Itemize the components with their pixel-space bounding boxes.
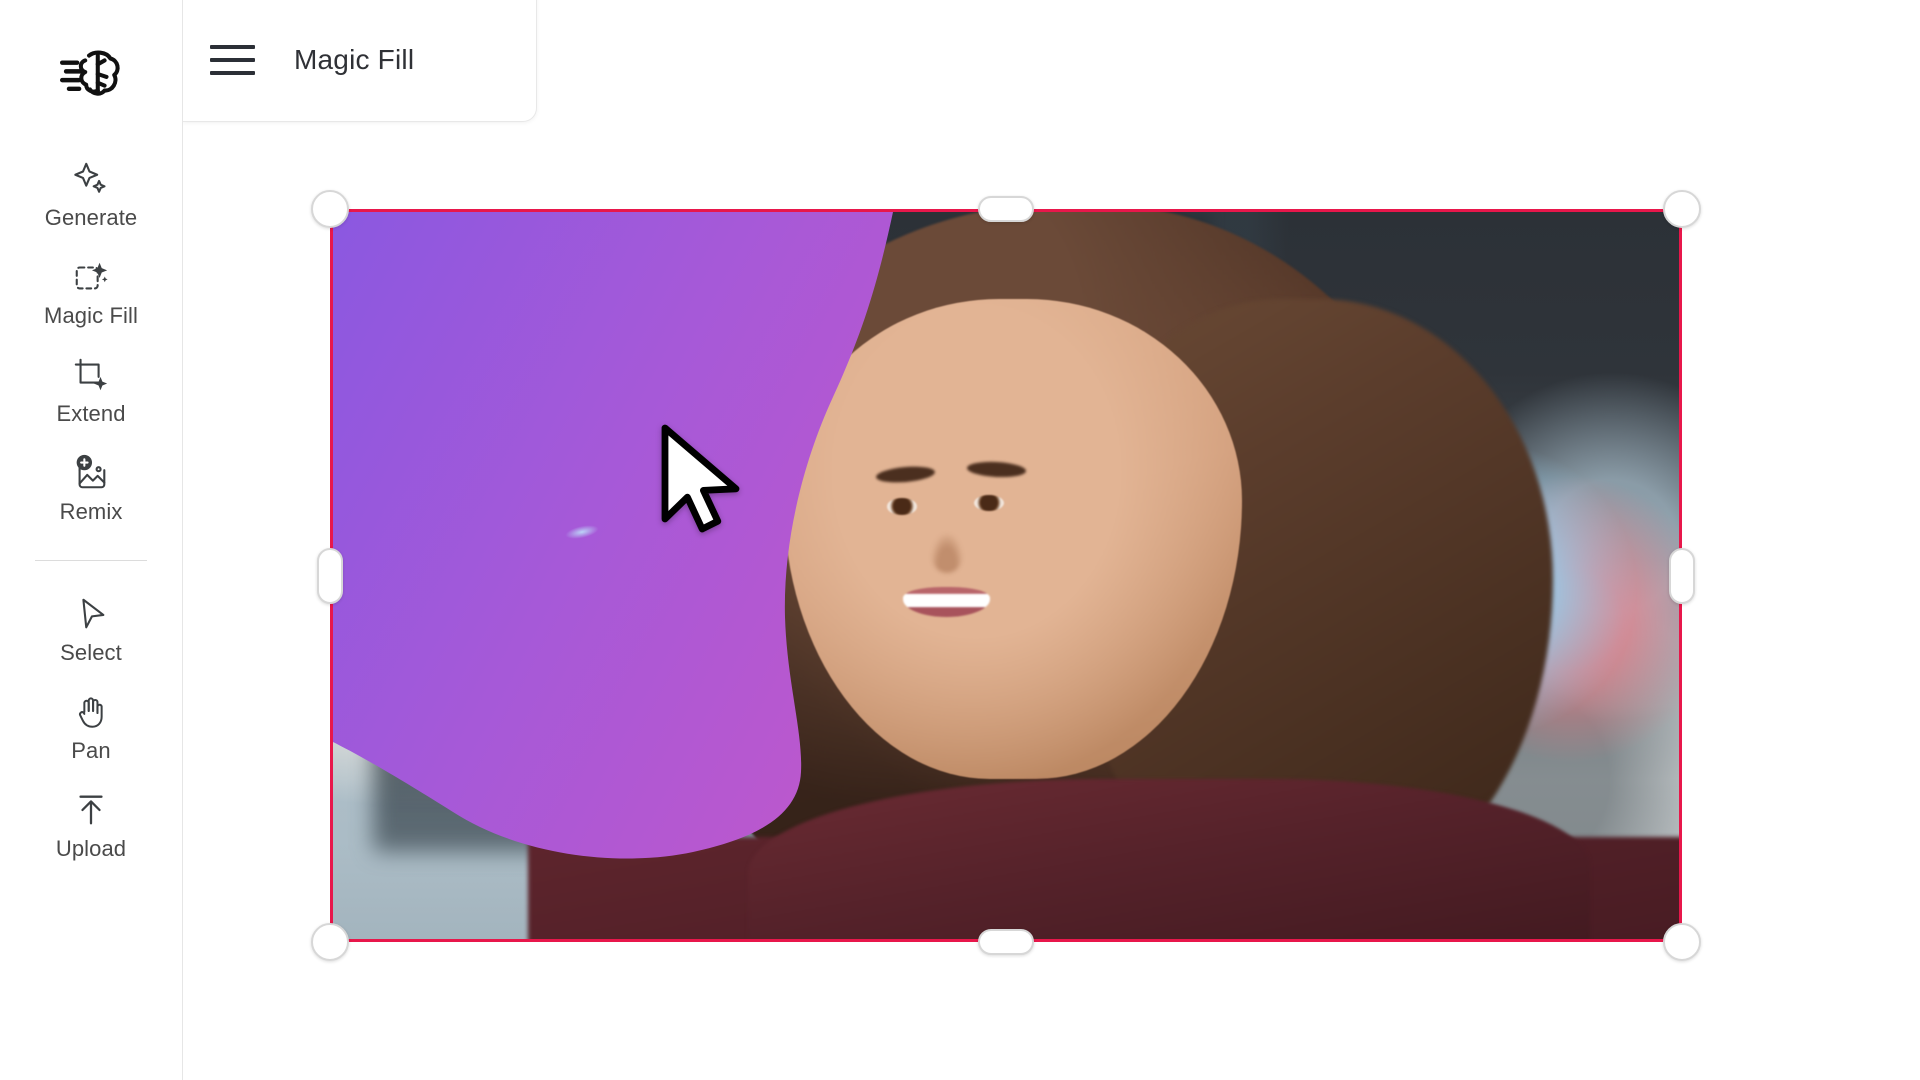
sidebar-item-label: Magic Fill (44, 303, 138, 328)
mask-sparkle-icon (564, 523, 600, 542)
tool-header-panel: Magic Fill (183, 0, 537, 122)
app-root: Generate Magic Fill Extend Remix Select … (0, 0, 1920, 1080)
canvas-area[interactable] (183, 0, 1920, 1080)
resize-handle-middle-right[interactable] (1669, 547, 1695, 604)
sparkles-icon (71, 159, 111, 199)
sidebar-item-remix[interactable]: Remix (0, 440, 182, 538)
resize-handle-middle-left[interactable] (317, 547, 343, 604)
cursor-arrow-icon (71, 594, 111, 634)
hand-icon (71, 692, 111, 732)
sidebar-divider (35, 560, 147, 561)
brain-speed-logo-icon[interactable] (60, 46, 122, 102)
subject-mouth (903, 587, 991, 617)
hamburger-menu-icon[interactable] (203, 31, 261, 89)
sidebar-item-generate[interactable]: Generate (0, 146, 182, 244)
upload-arrow-icon (71, 790, 111, 830)
tool-list: Generate Magic Fill Extend Remix Select … (0, 146, 182, 875)
subject-shirt (747, 779, 1590, 939)
resize-handle-top-left[interactable] (311, 190, 349, 228)
left-sidebar: Generate Magic Fill Extend Remix Select … (0, 0, 183, 1080)
sidebar-item-label: Generate (44, 205, 138, 230)
remix-add-image-icon (71, 453, 111, 493)
subject-nose (930, 534, 963, 573)
subject-eye-left (887, 498, 918, 515)
subject-face (784, 299, 1242, 780)
sidebar-item-select[interactable]: Select (0, 581, 182, 679)
sidebar-item-upload[interactable]: Upload (0, 777, 182, 875)
resize-handle-top-right[interactable] (1663, 190, 1701, 228)
image-selection[interactable] (311, 190, 1701, 961)
sidebar-item-label: Pan (71, 738, 111, 763)
subject-brow-right (966, 460, 1028, 480)
resize-handle-bottom-left[interactable] (311, 923, 349, 961)
resize-handle-bottom-right[interactable] (1663, 923, 1701, 961)
sidebar-item-label: Select (60, 640, 122, 665)
magic-fill-icon (71, 257, 111, 297)
resize-handle-bottom-middle[interactable] (978, 929, 1034, 955)
selected-image[interactable] (330, 209, 1682, 942)
subject-brow-left (875, 464, 936, 486)
page-title: Magic Fill (294, 43, 415, 75)
sidebar-item-label: Upload (55, 836, 127, 861)
subject-eye-right (974, 494, 1005, 512)
sidebar-item-extend[interactable]: Extend (0, 342, 182, 440)
sidebar-item-label: Remix (59, 499, 123, 524)
sidebar-item-pan[interactable]: Pan (0, 679, 182, 777)
sidebar-item-label: Extend (56, 401, 126, 426)
extend-crop-icon (71, 355, 111, 395)
sidebar-item-magic-fill[interactable]: Magic Fill (0, 244, 182, 342)
resize-handle-top-middle[interactable] (978, 196, 1034, 222)
